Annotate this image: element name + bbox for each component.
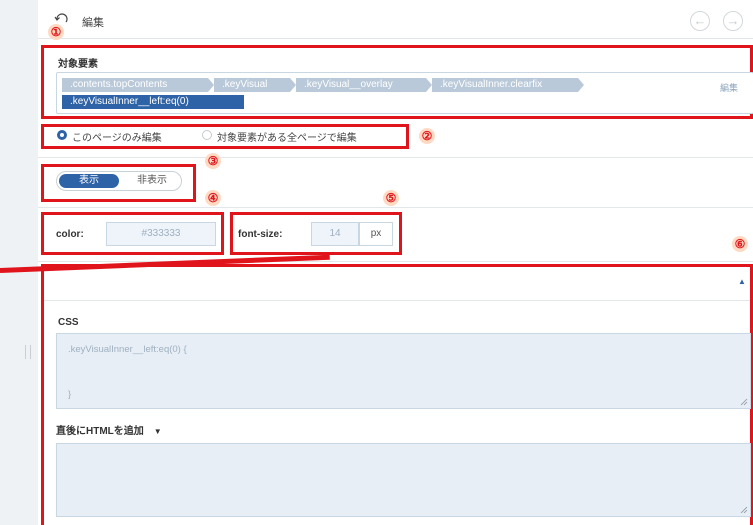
font-size-unit: px [359, 222, 393, 246]
dropdown-caret-icon[interactable]: ▼ [154, 427, 162, 436]
css-code-line: .keyVisualInner__left:eq(0) { [68, 344, 187, 355]
edit-selector-link[interactable]: 編集 [720, 81, 738, 94]
divider [38, 157, 753, 158]
editor-header [38, 0, 753, 39]
toggle-show-button[interactable]: 表示 [59, 174, 119, 188]
radio-this-page[interactable] [57, 130, 67, 140]
annotation-marker-5: ⑤ [383, 190, 399, 206]
resize-handle-icon[interactable] [740, 398, 748, 406]
resize-handle-icon[interactable] [740, 506, 748, 514]
annotation-marker-4: ④ [205, 190, 221, 206]
collapse-caret-icon[interactable]: ▲ [738, 277, 746, 286]
css-textarea[interactable]: .keyVisualInner__left:eq(0) { } [56, 333, 751, 409]
selector-chip[interactable]: .keyVisual [214, 78, 296, 92]
page-title: 編集 [82, 17, 104, 29]
arrow-right-icon[interactable]: → [723, 11, 743, 31]
visibility-toggle: 表示 非表示 [56, 171, 182, 191]
radio-all-pages-label: 対象要素がある全ページで編集 [217, 133, 357, 144]
selector-chip[interactable]: .contents.topContents [62, 78, 214, 92]
divider [44, 300, 750, 301]
arrow-left-icon[interactable]: ← [690, 11, 710, 31]
target-label: 対象要素 [58, 59, 98, 70]
annotation-marker-3: ③ [205, 153, 221, 169]
annotation-marker-1: ① [48, 24, 64, 40]
radio-this-page-label: このページのみ編集 [72, 133, 162, 144]
annotation-marker-2: ② [419, 128, 435, 144]
color-label: color: [56, 229, 84, 240]
toggle-hide-button[interactable]: 非表示 [127, 174, 177, 188]
annotation-marker-6: ⑥ [732, 236, 748, 252]
css-label: CSS [58, 317, 79, 328]
html-textarea[interactable] [56, 443, 751, 517]
selector-chip[interactable]: .keyVisualInner.clearfix [432, 78, 584, 92]
left-gutter [0, 0, 38, 525]
font-size-input[interactable]: 14 [311, 222, 359, 246]
selector-chip-active[interactable]: .keyVisualInner__left:eq(0) [62, 95, 244, 109]
divider [38, 207, 753, 208]
selector-chip[interactable]: .keyVisual__overlay [296, 78, 432, 92]
radio-all-pages[interactable] [202, 130, 212, 140]
resize-grip-icon[interactable] [25, 345, 31, 359]
color-input[interactable]: #333333 [106, 222, 216, 246]
font-size-label: font-size: [238, 229, 283, 240]
html-append-label[interactable]: 直後にHTMLを追加 ▼ [56, 422, 162, 437]
css-code-line: } [68, 389, 72, 400]
